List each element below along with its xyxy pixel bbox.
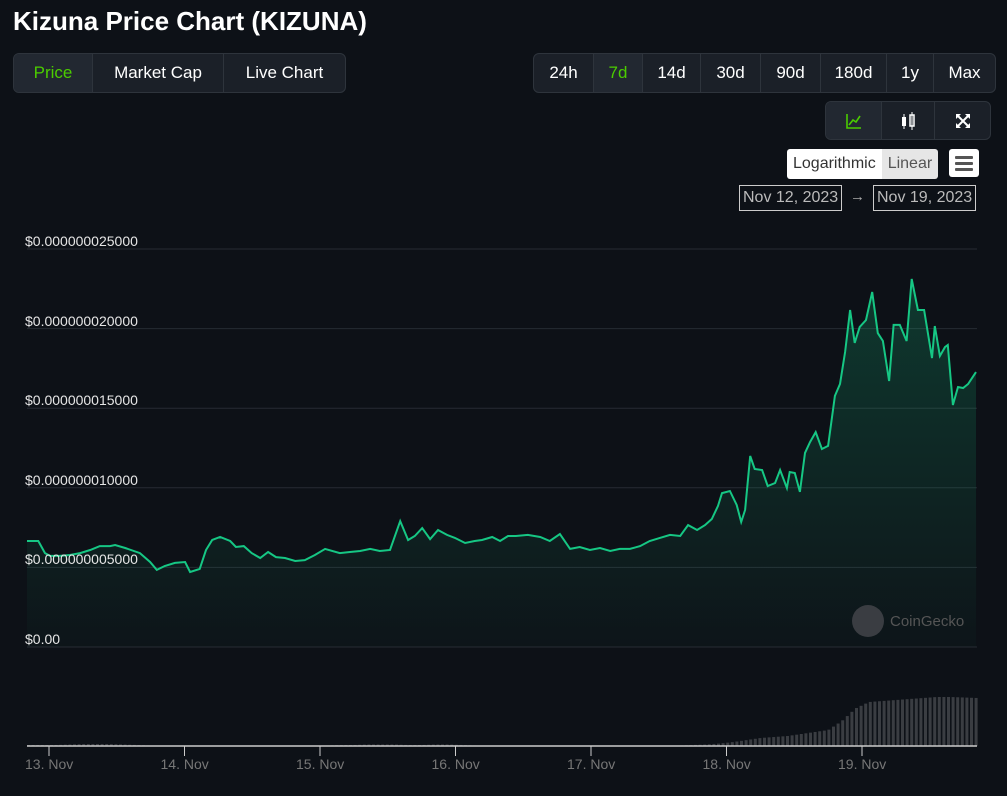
x-tick-label: 16. Nov	[431, 756, 480, 772]
coingecko-logo-icon	[852, 605, 884, 637]
volume-bar	[896, 699, 900, 746]
y-tick-label: $0.00	[25, 631, 61, 647]
volume-bar	[956, 697, 960, 746]
volume-bar	[891, 700, 895, 746]
volume-bar	[758, 738, 762, 746]
x-tick-label: 15. Nov	[296, 756, 345, 772]
volume-bar	[809, 732, 812, 746]
y-tick-label: $0.000000010000	[25, 471, 138, 488]
volume-bar	[970, 697, 973, 746]
volume-bar	[924, 697, 927, 746]
volume-bar	[910, 698, 914, 746]
coingecko-watermark: CoinGecko	[852, 605, 964, 637]
volume-bar	[744, 740, 748, 746]
volume-bar	[799, 733, 803, 746]
volume-bar	[804, 733, 808, 746]
x-tick-label: 18. Nov	[702, 756, 751, 772]
volume-bar	[864, 703, 868, 746]
volume-bar	[901, 699, 904, 746]
volume-bar	[951, 697, 955, 746]
volume-bar	[873, 701, 877, 746]
price-chart[interactable]	[0, 0, 1007, 796]
volume-bar	[772, 737, 776, 746]
volume-bar	[786, 736, 789, 746]
x-tick-label: 14. Nov	[160, 756, 209, 772]
volume-bar	[974, 697, 978, 746]
volume-bar	[781, 736, 785, 746]
volume-bar	[905, 699, 909, 746]
x-tick-label: 13. Nov	[25, 756, 74, 772]
volume-bar	[887, 700, 891, 746]
volume-bar	[878, 701, 881, 746]
volume-bar	[914, 698, 918, 746]
y-tick-label: $0.000000020000	[25, 312, 138, 329]
volume-bar	[942, 697, 946, 746]
volume-bar	[767, 737, 771, 746]
volume-bar	[845, 716, 849, 746]
volume-bar	[836, 723, 840, 746]
y-tick-label: $0.000000025000	[25, 233, 138, 249]
volume-bar	[947, 697, 950, 746]
volume-bar	[740, 740, 743, 746]
price-area	[26, 278, 977, 647]
volume-bar	[937, 697, 941, 746]
volume-bar	[855, 708, 858, 746]
y-tick-label: $0.000000015000	[25, 392, 138, 409]
volume-bar	[965, 697, 969, 746]
volume-bar	[763, 737, 766, 746]
volume-bar	[795, 734, 799, 746]
volume-bar	[850, 711, 854, 746]
volume-bar	[960, 697, 964, 746]
volume-bar	[753, 738, 757, 746]
volume-bar	[749, 739, 753, 746]
volume-bar	[832, 726, 835, 746]
volume-bar	[859, 705, 863, 746]
volume-bar	[813, 731, 817, 746]
volume-bar	[882, 700, 886, 746]
volume-bar	[827, 729, 831, 746]
volume-bar	[868, 701, 872, 746]
volume-bar	[822, 730, 826, 746]
volume-bar	[790, 735, 794, 746]
volume-bar	[841, 720, 845, 746]
volume-bar	[919, 698, 923, 746]
x-tick-label: 19. Nov	[838, 756, 887, 772]
volume-bar	[928, 697, 932, 746]
volume-bar	[776, 736, 780, 746]
y-tick-label: $0.000000005000	[25, 551, 138, 568]
x-tick-label: 17. Nov	[567, 756, 616, 772]
volume-bar	[818, 731, 822, 746]
volume-bar	[933, 697, 937, 746]
